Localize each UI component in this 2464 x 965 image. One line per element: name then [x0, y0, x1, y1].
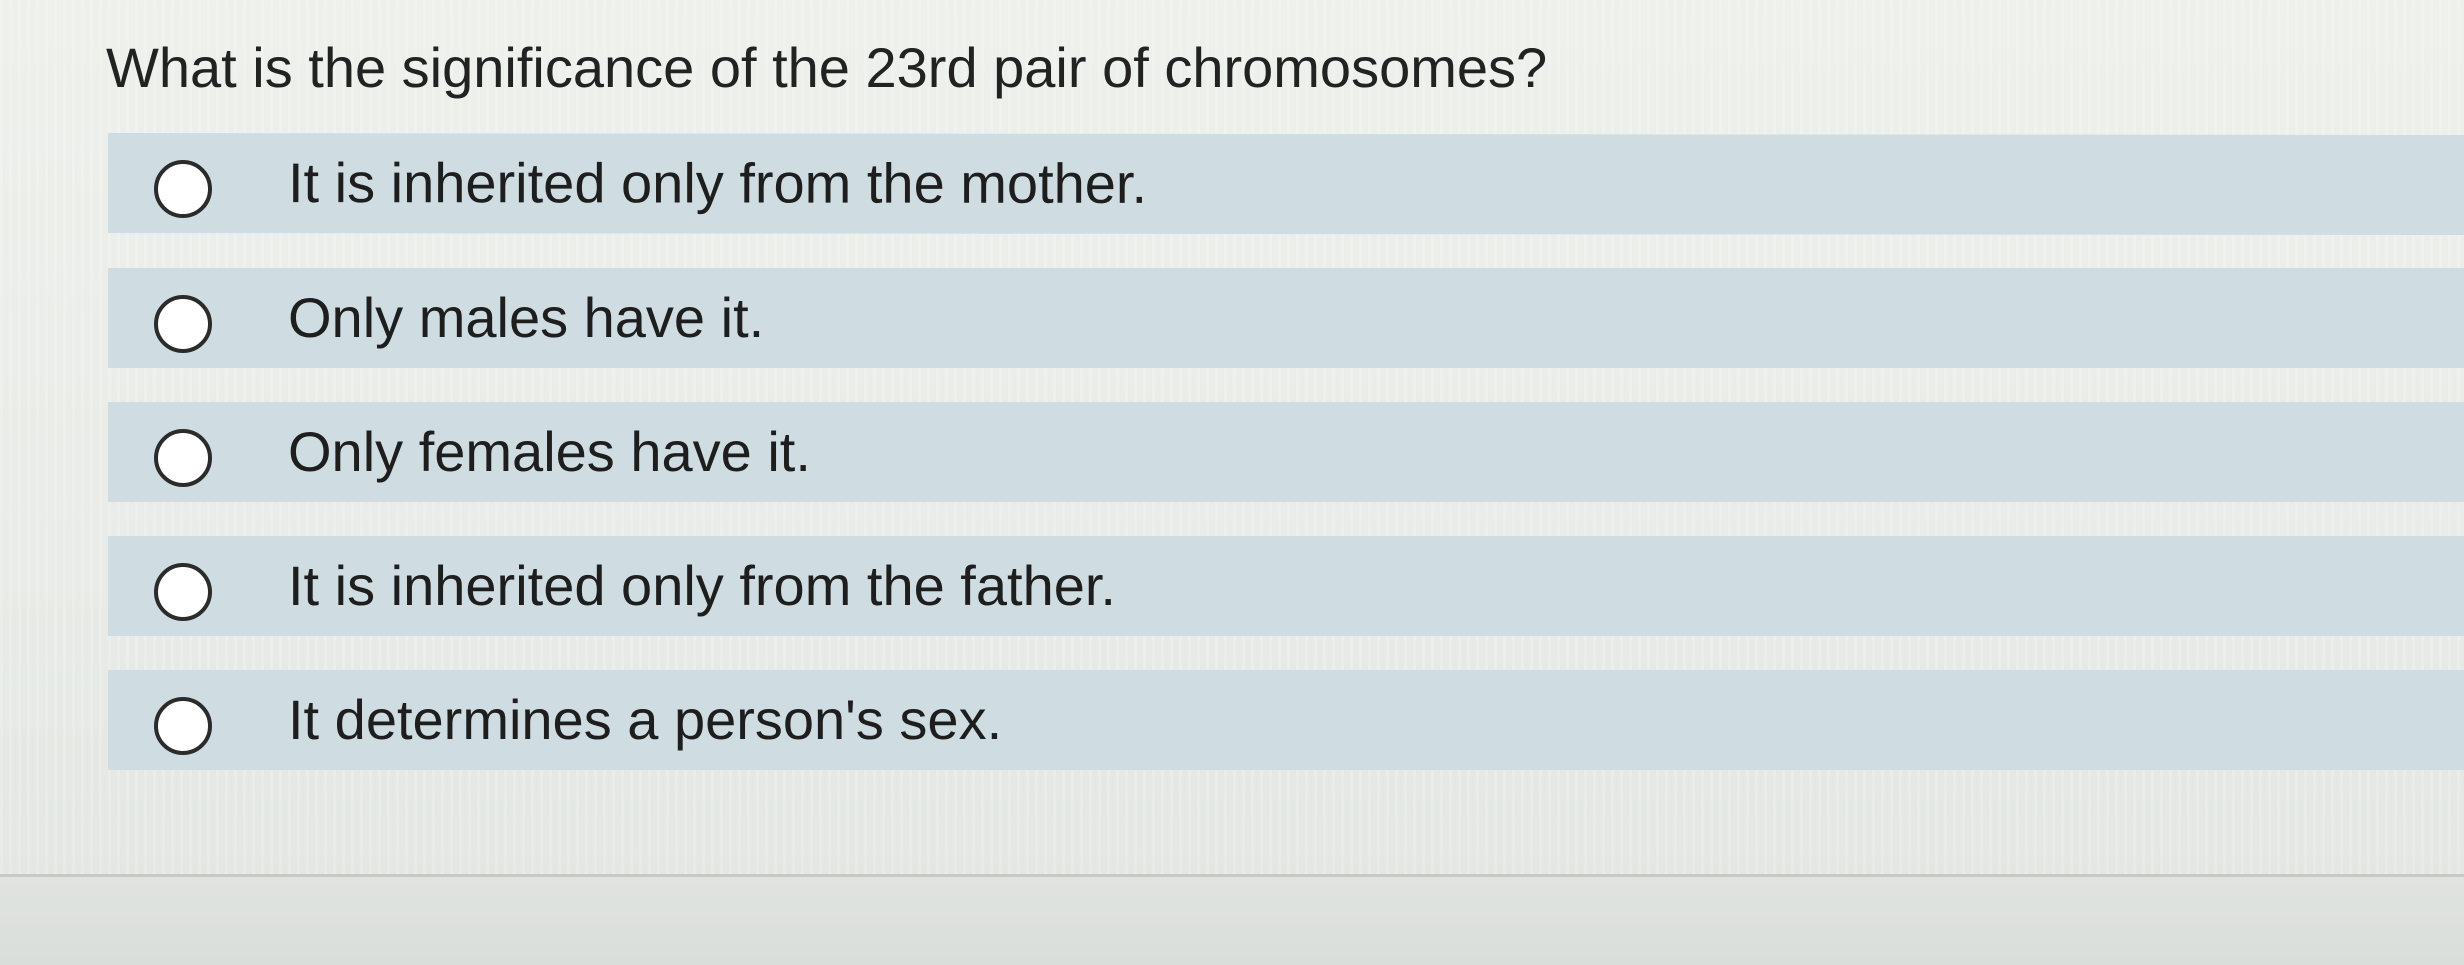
answer-options: It is inherited only from the mother. On…: [107, 132, 2464, 770]
radio-button-1[interactable]: [153, 160, 213, 219]
question-text: What is the significance of the 23rd pai…: [106, 36, 1548, 99]
question-card: What is the significance of the 23rd pai…: [0, 0, 2464, 875]
answer-option-label: It is inherited only from the father.: [288, 554, 1116, 617]
lower-page-area: [0, 877, 2464, 965]
answer-option-label: It is inherited only from the mother.: [287, 151, 1148, 215]
answer-option-label: It determines a person's sex.: [288, 688, 1003, 751]
answer-option-label: Only females have it.: [288, 420, 811, 483]
radio-button-2[interactable]: [154, 295, 212, 353]
answer-option-label: Only males have it.: [288, 286, 765, 349]
answer-option-1[interactable]: It is inherited only from the mother.: [107, 132, 2464, 236]
radio-button-5[interactable]: [154, 697, 212, 755]
answer-option-5[interactable]: It determines a person's sex.: [108, 670, 2464, 770]
answer-option-4[interactable]: It is inherited only from the father.: [108, 536, 2464, 636]
answer-option-3[interactable]: Only females have it.: [108, 402, 2464, 502]
radio-button-3[interactable]: [154, 429, 212, 487]
answer-option-2[interactable]: Only males have it.: [108, 268, 2464, 368]
radio-button-4[interactable]: [154, 563, 212, 621]
